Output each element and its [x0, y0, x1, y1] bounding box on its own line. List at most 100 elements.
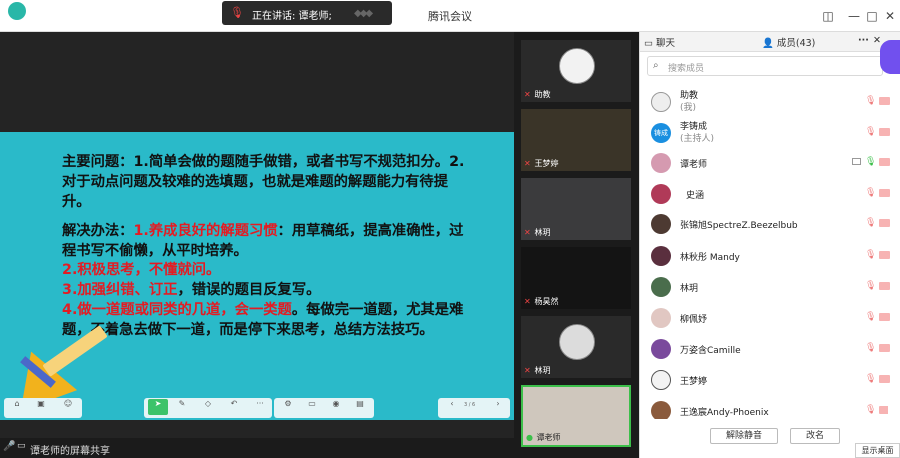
member-name: 柳佩妤 — [680, 315, 708, 325]
avatar — [651, 339, 671, 359]
tab-members[interactable]: 👤 成员(43) — [762, 35, 815, 49]
assistant-float-button[interactable] — [880, 40, 900, 74]
mic-muted-icon[interactable]: 🎙 — [865, 312, 876, 322]
member-row[interactable]: 助教 (我) 🎙 — [648, 88, 890, 118]
tab-chat[interactable]: ▭ 聊天 — [644, 35, 675, 49]
member-row[interactable]: 谭老师 🎙 — [648, 149, 890, 179]
member-row[interactable]: 万姿含Camille 🎙 — [648, 335, 890, 365]
mic-icon[interactable]: 🎤 — [3, 441, 15, 452]
member-name: 林秋彤 Mandy — [680, 253, 740, 263]
member-name: 助教 — [680, 91, 699, 101]
slide-item-4: 4.做一道题或同类的几道，会一类题。每做完一道题，尤其是难题，不着急去做下一道，… — [62, 302, 464, 338]
camera-off-icon[interactable] — [879, 189, 890, 197]
prev-page-icon[interactable]: ‹ — [442, 399, 462, 415]
avatar — [651, 184, 671, 204]
next-page-icon[interactable]: › — [488, 399, 508, 415]
avatar — [651, 92, 671, 112]
show-desktop-button[interactable]: 显示桌面 — [855, 443, 900, 458]
slide: 主要问题：1.简单会做的题随手做错，或者书写不规范扣分。2.对于动点问题及较难的… — [0, 132, 514, 420]
camera-off-icon[interactable] — [879, 219, 890, 227]
camera-off-icon[interactable] — [879, 313, 890, 321]
pen-icon[interactable]: ✎ — [172, 399, 192, 415]
camera-off-icon[interactable] — [879, 97, 890, 105]
mic-muted-icon[interactable]: 🎙 — [865, 343, 876, 353]
mic-muted-icon[interactable]: 🎙 — [865, 405, 876, 415]
screen-share-icon — [852, 158, 861, 165]
mic-icon: 🎙 — [230, 6, 244, 19]
close-button[interactable]: ✕ — [882, 8, 898, 24]
video-tile[interactable]: ✕ 王梦婷 — [521, 109, 631, 171]
window-title: 腾讯会议 — [428, 10, 472, 23]
mic-muted-icon[interactable]: 🎙 — [865, 281, 876, 291]
mic-muted-icon[interactable]: 🎙 — [865, 96, 876, 106]
camera-off-icon[interactable] — [879, 158, 890, 166]
camera-off-icon[interactable] — [879, 375, 890, 383]
member-row[interactable]: 王梦婷 🎙 — [648, 366, 890, 396]
avatar: 铸成 — [651, 123, 671, 143]
member-row[interactable]: 柳佩妤 🎙 — [648, 304, 890, 334]
minimize-button[interactable]: — — [846, 8, 862, 24]
mic-muted-icon[interactable]: 🎙 — [865, 374, 876, 384]
tools-icon[interactable]: ▣ — [31, 399, 51, 415]
mic-muted-icon[interactable]: 🎙 — [865, 188, 876, 198]
member-name: 林玥 — [680, 284, 699, 294]
pin-icon[interactable]: ◫ — [820, 8, 836, 24]
title-bar: 腾讯会议 ◫ — □ ✕ — [0, 0, 900, 32]
mic-muted-icon: ✕ — [524, 90, 531, 99]
doc-icon[interactable]: ▤ — [350, 399, 370, 415]
mic-on-icon: ● — [526, 433, 533, 442]
tile-name: 杨昊然 — [534, 297, 559, 306]
camera-off-icon[interactable] — [879, 251, 890, 259]
mic-on-icon[interactable]: 🎙 — [865, 157, 876, 167]
member-row[interactable]: 林玥 🎙 — [648, 273, 890, 303]
unmute-button[interactable]: 解除静音 — [710, 428, 778, 444]
whiteboard-toolbar: ⌂ ▣ ☺ ➤ ✎ ◇ ↶ ··· ⚙ ▭ ◉ ▤ ‹ 3 / 6 › — [4, 398, 512, 418]
tile-name: 林玥 — [534, 366, 551, 375]
camera-off-icon[interactable] — [879, 128, 890, 136]
shared-screen: 主要问题：1.简单会做的题随手做错，或者书写不规范扣分。2.对于动点问题及较难的… — [0, 32, 514, 438]
camera-off-icon[interactable] — [879, 406, 888, 414]
member-name: 史涵 — [686, 191, 705, 201]
camera-off-icon[interactable] — [879, 282, 890, 290]
avatar — [651, 370, 671, 390]
member-row[interactable]: 林秋彤 Mandy 🎙 — [648, 242, 890, 272]
member-search-input[interactable]: ⌕ 搜索成员 — [647, 56, 883, 76]
avatar-tool-icon[interactable]: ☺ — [58, 399, 78, 415]
screen-share-icon: ▭ — [17, 441, 26, 451]
tile-name: 林玥 — [534, 228, 551, 237]
home-icon[interactable]: ⌂ — [7, 399, 27, 415]
video-tile[interactable]: ✕ 林玥 — [521, 178, 631, 240]
rename-button[interactable]: 改名 — [790, 428, 840, 444]
camera-off-icon[interactable] — [879, 344, 890, 352]
mic-muted-icon: ✕ — [524, 159, 531, 168]
video-tile-active[interactable]: ● 谭老师 — [521, 385, 631, 447]
maximize-button[interactable]: □ — [864, 8, 880, 24]
video-tile[interactable]: ✕ 助教 — [521, 40, 631, 102]
screen-icon[interactable]: ▭ — [302, 399, 322, 415]
camera-icon[interactable]: ◉ — [326, 399, 346, 415]
video-tile[interactable]: ✕ 杨昊然 — [521, 247, 631, 309]
mic-muted-icon[interactable]: 🎙 — [865, 218, 876, 228]
more-icon[interactable]: ··· — [250, 399, 270, 415]
mic-muted-icon[interactable]: 🎙 — [865, 250, 876, 260]
undo-icon[interactable]: ↶ — [224, 399, 244, 415]
member-row[interactable]: 铸成 李铸成 (主持人) 🎙 — [648, 119, 890, 149]
select-icon[interactable]: ➤ — [148, 399, 168, 415]
more-button[interactable]: ··· — [858, 35, 869, 46]
member-row[interactable]: 史涵 🎙 — [648, 180, 890, 210]
member-row[interactable]: 王逸宸Andy-Phoenix 🎙 — [648, 397, 888, 419]
toolbar-extra-group: ⚙ ▭ ◉ ▤ — [274, 398, 374, 418]
slide-para-solutions: 解决办法：1.养成良好的解题习惯：用草稿纸，提高准确性，过程书写不偷懒，从平时培… — [62, 223, 464, 259]
tile-name: 王梦婷 — [534, 159, 559, 168]
panel-tabs: ▭ 聊天 👤 成员(43) ··· ✕ — [640, 32, 900, 52]
avatar — [651, 308, 671, 328]
panel-close-button[interactable]: ✕ — [873, 35, 881, 46]
mic-muted-icon: ✕ — [524, 228, 531, 237]
mic-muted-icon: ✕ — [524, 297, 531, 306]
mic-muted-icon[interactable]: 🎙 — [865, 127, 876, 137]
gear-icon[interactable]: ⚙ — [278, 399, 298, 415]
eraser-icon[interactable]: ◇ — [198, 399, 218, 415]
member-row[interactable]: 张锦旭SpectreZ.Beezelbub 🎙 — [648, 210, 890, 240]
members-panel: ▭ 聊天 👤 成员(43) ··· ✕ ⌕ 搜索成员 助教 (我) 🎙 铸成 李铸… — [639, 32, 900, 458]
video-tile[interactable]: ✕ 林玥 — [521, 316, 631, 378]
